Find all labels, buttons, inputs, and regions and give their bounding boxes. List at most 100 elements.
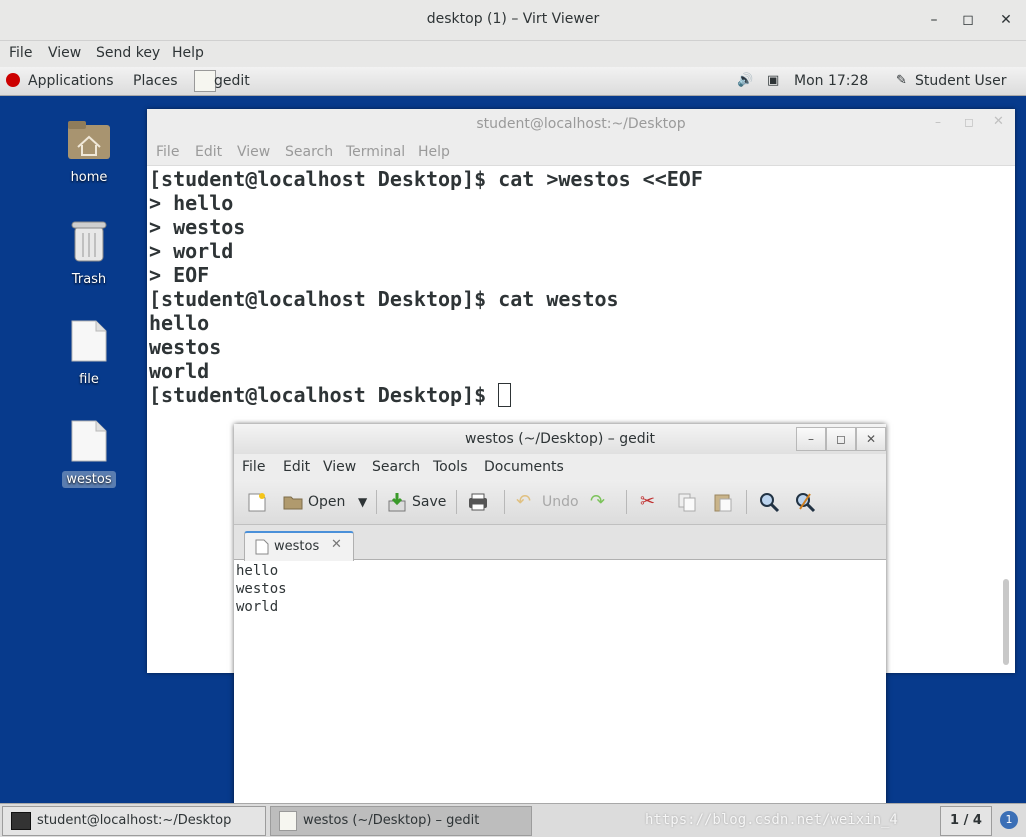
terminal-menu-help[interactable]: Help: [418, 144, 450, 160]
gedit-menu-documents[interactable]: Documents: [484, 459, 564, 475]
find-button[interactable]: [758, 489, 784, 515]
viewer-menu-file[interactable]: File: [9, 45, 32, 61]
desktop-icon-home[interactable]: home: [54, 119, 124, 186]
document-icon: [71, 320, 107, 362]
terminal-prompt-line: [student@localhost Desktop]$: [149, 383, 997, 407]
paste-button[interactable]: [712, 489, 738, 515]
desktop-icon-trash[interactable]: Trash: [54, 217, 124, 288]
text-line: world: [236, 599, 279, 615]
clock[interactable]: Mon 17:28: [794, 73, 868, 89]
find-replace-button[interactable]: [794, 489, 820, 515]
desktop-icon-label: home: [70, 170, 108, 185]
maximize-icon[interactable]: ◻: [826, 427, 856, 451]
gedit-window[interactable]: westos (~/Desktop) – gedit – ◻ ✕ File Ed…: [234, 424, 886, 837]
gnome-top-bar: Applications Places gedit 🔊 ▣ Mon 17:28 …: [0, 67, 1026, 96]
terminal-line: > world: [149, 239, 234, 263]
cut-button[interactable]: ✂: [640, 489, 666, 515]
trash-icon: [71, 221, 107, 262]
taskbar-item-gedit[interactable]: westos (~/Desktop) – gedit: [270, 806, 532, 836]
chevron-down-icon[interactable]: ▼: [358, 489, 367, 515]
user-menu[interactable]: Student User: [915, 73, 1006, 89]
toolbar-separator: [456, 490, 457, 514]
minimize-icon[interactable]: –: [796, 427, 826, 451]
redo-button[interactable]: ↷: [590, 489, 616, 515]
watermark: https://blog.csdn.net/weixin_4: [645, 812, 898, 828]
print-button[interactable]: [467, 489, 493, 515]
applications-menu[interactable]: Applications: [28, 73, 114, 89]
save-button[interactable]: Save: [386, 489, 446, 515]
gedit-tab-bar: westos ✕: [234, 525, 886, 561]
text-line: westos: [236, 581, 287, 597]
toolbar-separator: [376, 490, 377, 514]
viewer-menu-help[interactable]: Help: [172, 45, 204, 61]
terminal-line: westos: [149, 335, 222, 359]
open-button[interactable]: Open: [282, 489, 345, 515]
gedit-titlebar: westos (~/Desktop) – gedit – ◻ ✕: [234, 424, 886, 454]
desktop-icon-westos[interactable]: westos: [54, 419, 124, 488]
document-icon: [255, 539, 269, 555]
toolbar-separator: [746, 490, 747, 514]
desktop-icon-file[interactable]: file: [54, 319, 124, 388]
folder-open-icon: [283, 496, 303, 510]
minimize-icon[interactable]: –: [935, 115, 941, 129]
undo-button-label: Undo: [542, 494, 579, 510]
gedit-menu-tools[interactable]: Tools: [433, 459, 468, 475]
terminal-line: > EOF: [149, 263, 210, 287]
user-icon[interactable]: ✎: [896, 73, 907, 88]
terminal-menu-view[interactable]: View: [237, 144, 270, 160]
terminal-line: [student@localhost Desktop]$ cat westos: [149, 287, 619, 311]
maximize-icon[interactable]: ◻: [958, 10, 978, 30]
search-icon: [760, 493, 780, 513]
viewer-menu-view[interactable]: View: [48, 45, 81, 61]
close-icon[interactable]: ✕: [856, 427, 886, 451]
tab-close-icon[interactable]: ✕: [331, 537, 342, 552]
save-button-label: Save: [412, 494, 447, 510]
close-icon[interactable]: ✕: [993, 114, 1004, 129]
terminal-icon: [11, 812, 31, 830]
terminal-menu-terminal[interactable]: Terminal: [346, 144, 405, 160]
viewer-menu-send-key[interactable]: Send key: [96, 45, 160, 61]
volume-icon[interactable]: 🔊: [737, 73, 753, 88]
terminal-line: > westos: [149, 215, 246, 239]
close-icon[interactable]: ✕: [996, 10, 1016, 30]
gedit-text-area[interactable]: hello westos world: [236, 562, 287, 616]
new-document-button[interactable]: [246, 489, 272, 515]
gedit-menu-view[interactable]: View: [323, 459, 356, 475]
terminal-cursor: [498, 383, 512, 407]
viewer-titlebar: desktop (1) – Virt Viewer – ◻ ✕: [0, 0, 1026, 41]
desktop-icon-label: westos: [62, 471, 116, 488]
gedit-menubar: File Edit View Search Tools Documents: [234, 454, 886, 480]
printer-icon: [469, 493, 487, 511]
undo-button[interactable]: ↶ Undo: [516, 489, 579, 515]
terminal-title: student@localhost:~/Desktop: [476, 116, 686, 132]
active-app-label[interactable]: gedit: [214, 73, 250, 89]
open-button-label: Open: [308, 494, 346, 510]
tab-westos[interactable]: westos ✕: [244, 531, 354, 561]
guest-screen: Applications Places gedit 🔊 ▣ Mon 17:28 …: [0, 67, 1026, 837]
gedit-menu-edit[interactable]: Edit: [283, 459, 310, 475]
gedit-title: westos (~/Desktop) – gedit: [465, 431, 655, 447]
workspace-indicator[interactable]: 1 / 4: [940, 806, 992, 836]
gedit-menu-search[interactable]: Search: [372, 459, 420, 475]
places-menu[interactable]: Places: [133, 73, 178, 89]
copy-button[interactable]: [676, 489, 702, 515]
desktop-icon-label: Trash: [71, 272, 107, 287]
network-icon[interactable]: ▣: [767, 73, 779, 88]
maximize-icon[interactable]: ◻: [964, 115, 974, 129]
minimize-icon[interactable]: –: [924, 10, 944, 30]
terminal-menu-search[interactable]: Search: [285, 144, 333, 160]
new-document-icon: [248, 493, 266, 512]
paste-icon: [714, 494, 732, 512]
taskbar-item-terminal[interactable]: student@localhost:~/Desktop: [2, 806, 266, 836]
terminal-scrollbar[interactable]: [1003, 579, 1009, 665]
gedit-app-icon: [279, 811, 297, 831]
taskbar-item-label: student@localhost:~/Desktop: [37, 813, 232, 828]
bottom-taskbar: student@localhost:~/Desktop westos (~/De…: [0, 803, 1026, 837]
terminal-menu-edit[interactable]: Edit: [195, 144, 222, 160]
document-icon: [71, 420, 107, 462]
message-tray-icon[interactable]: 1: [1000, 811, 1018, 829]
gedit-menu-file[interactable]: File: [242, 459, 265, 475]
terminal-menu-file[interactable]: File: [156, 144, 179, 160]
terminal-line: [student@localhost Desktop]$ cat >westos…: [149, 167, 703, 191]
text-line: hello: [236, 563, 279, 579]
